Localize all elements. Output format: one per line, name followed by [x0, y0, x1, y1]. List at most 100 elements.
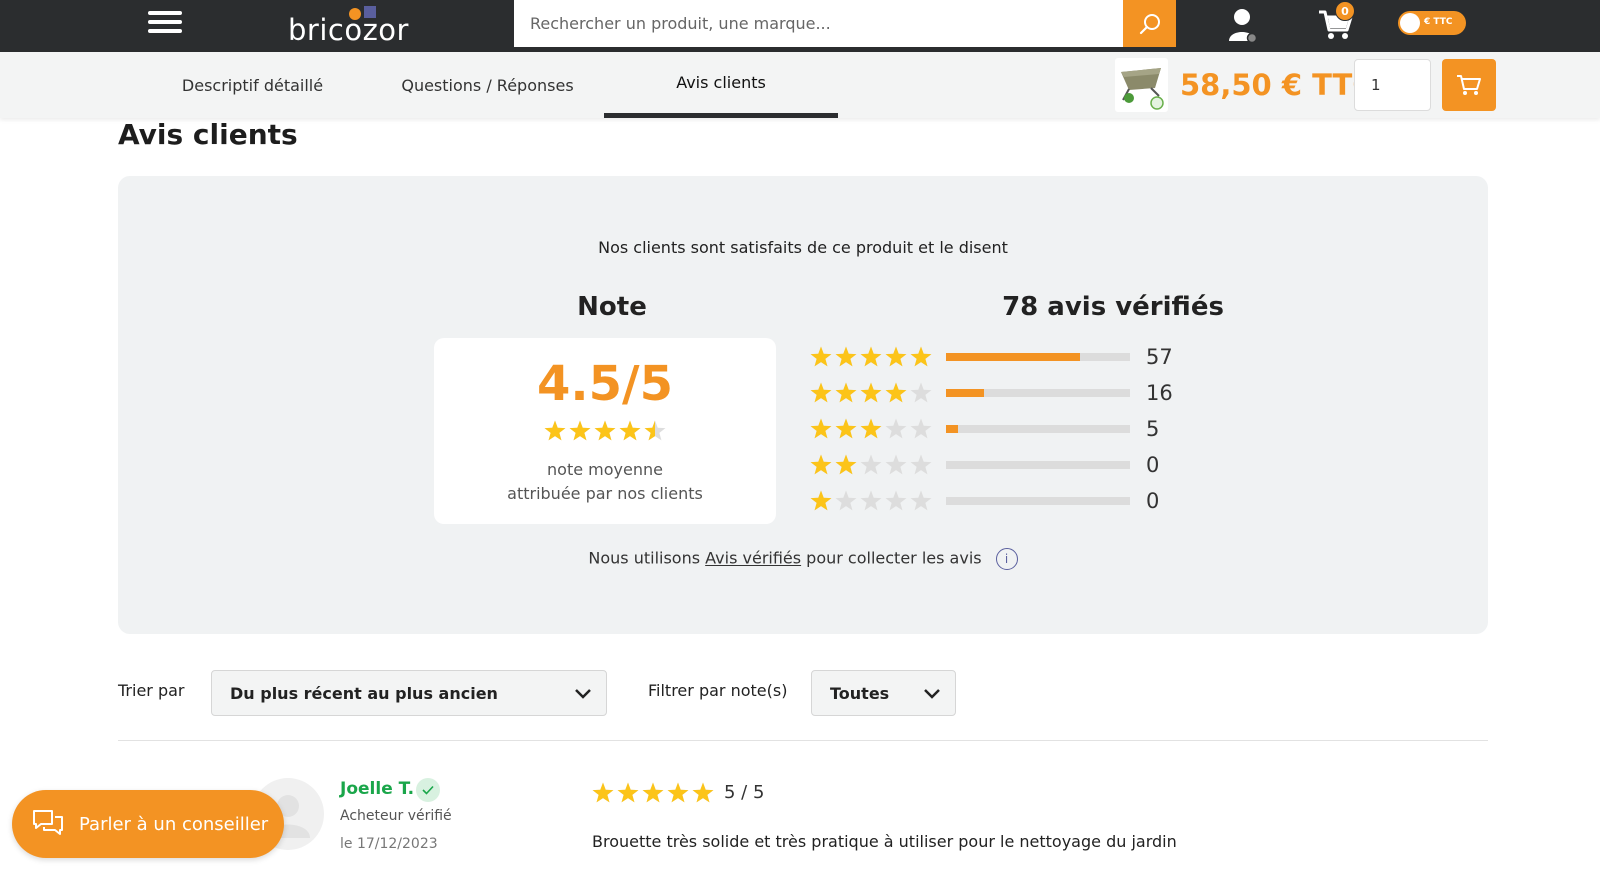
- distribution-count: 0: [1146, 453, 1160, 477]
- star-filled: [592, 782, 614, 803]
- star-empty: [835, 490, 857, 511]
- collection-notice: Nous utilisons Avis vérifiés pour collec…: [118, 548, 1488, 570]
- distribution-count: 0: [1146, 489, 1160, 513]
- tab-descriptif[interactable]: Descriptif détaillé: [170, 52, 335, 118]
- chevron-down-icon: [575, 689, 591, 699]
- add-to-cart-button[interactable]: [1442, 59, 1496, 111]
- chat-advisor-button[interactable]: Parler à un conseiller: [12, 790, 284, 858]
- account-button[interactable]: [1225, 7, 1261, 44]
- star-empty: [860, 490, 882, 511]
- star-empty: [910, 490, 932, 511]
- distribution-bar-fill: [946, 425, 958, 433]
- star-filled: [619, 420, 641, 441]
- price-mode-toggle[interactable]: € TTC: [1398, 11, 1466, 35]
- average-description-line1: note moyenne: [547, 460, 663, 479]
- star-filled: [810, 418, 832, 439]
- note-heading: Note: [577, 292, 647, 322]
- ratings-summary-panel: Nos clients sont satisfaits de ce produi…: [118, 176, 1488, 634]
- sort-select-value: Du plus récent au plus ancien: [230, 684, 498, 703]
- search-box: [514, 0, 1176, 47]
- search-icon: [1139, 13, 1160, 34]
- distribution-count: 57: [1146, 345, 1173, 369]
- distribution-row-2-stars: 0: [810, 450, 1190, 480]
- star-filled: [810, 454, 832, 475]
- chat-icon: [33, 810, 63, 835]
- info-icon[interactable]: i: [995, 548, 1018, 570]
- top-bar: bricozor 0 € TTC: [0, 0, 1600, 52]
- distribution-bar-track: [946, 353, 1130, 361]
- distribution-bar-track: [946, 497, 1130, 505]
- collect-prefix: Nous utilisons: [588, 548, 706, 568]
- search-button[interactable]: [1123, 0, 1176, 47]
- star-empty: [885, 418, 907, 439]
- sort-label: Trier par: [118, 681, 185, 700]
- review-rating-stars: [592, 782, 714, 803]
- distribution-bar-track: [946, 389, 1130, 397]
- star-filled: [692, 782, 714, 803]
- chevron-down-icon: [924, 689, 940, 699]
- logo-square: [364, 6, 376, 18]
- star-filled: [667, 782, 689, 803]
- satisfaction-intro: Nos clients sont satisfaits de ce produi…: [598, 238, 1008, 257]
- distribution-bar-fill: [946, 389, 984, 397]
- distribution-bar-track: [946, 425, 1130, 433]
- review-date: le 17/12/2023: [340, 836, 438, 852]
- star-filled: [594, 420, 616, 441]
- star-filled: [642, 782, 664, 803]
- sort-select[interactable]: Du plus récent au plus ancien: [211, 670, 607, 716]
- rating-filter-value: Toutes: [830, 684, 890, 703]
- quantity-input[interactable]: [1354, 59, 1431, 111]
- distribution-stars: [810, 490, 932, 511]
- star-filled: [569, 420, 591, 441]
- reviewer-status: Acheteur vérifié: [340, 808, 452, 824]
- tab-avis-clients[interactable]: Avis clients: [604, 52, 838, 118]
- rating-filter-select[interactable]: Toutes: [811, 670, 956, 716]
- filter-label: Filtrer par note(s): [648, 681, 788, 700]
- distribution-stars: [810, 454, 932, 475]
- distribution-row-4-stars: 16: [810, 378, 1190, 408]
- user-icon: [1229, 9, 1258, 44]
- star-filled: [860, 382, 882, 403]
- star-filled: [544, 420, 566, 441]
- tabs-bar: Descriptif détaillé Questions / Réponses…: [0, 52, 1600, 118]
- wheelbarrow-image: [1121, 68, 1164, 110]
- tab-questions[interactable]: Questions / Réponses: [390, 52, 585, 118]
- cart-icon: [1457, 75, 1481, 95]
- distribution-bar-track: [946, 461, 1130, 469]
- cart-count-badge: 0: [1335, 1, 1355, 21]
- star-filled: [835, 382, 857, 403]
- average-score: 4.5/5: [537, 356, 673, 412]
- star-filled: [835, 454, 857, 475]
- star-filled: [885, 346, 907, 367]
- search-input[interactable]: [514, 0, 1176, 47]
- review-text: Brouette très solide et très pratique à …: [592, 832, 1177, 851]
- product-price: 58,50 € TTC: [1180, 68, 1374, 102]
- star-filled: [810, 382, 832, 403]
- star-empty: [910, 382, 932, 403]
- star-filled: [860, 418, 882, 439]
- distribution-row-1-stars: 0: [810, 486, 1190, 516]
- reviewer-name: Joelle T.: [340, 779, 415, 799]
- review-score: 5 / 5: [724, 782, 765, 803]
- avis-verifies-link[interactable]: Avis vérifiés: [705, 549, 801, 568]
- distribution-stars: [810, 418, 932, 439]
- star-empty: [860, 454, 882, 475]
- star-filled: [810, 490, 832, 511]
- star-filled: [835, 418, 857, 439]
- collect-suffix: pour collecter les avis: [801, 548, 982, 568]
- star-filled: [910, 346, 932, 367]
- distribution-stars: [810, 346, 932, 367]
- star-empty: [910, 454, 932, 475]
- average-score-card: 4.5/5 note moyenne attribuée par nos cli…: [434, 338, 776, 524]
- distribution-bar-fill: [946, 353, 1081, 361]
- star-empty: [910, 418, 932, 439]
- distribution-count: 16: [1146, 381, 1173, 405]
- verified-check-icon: [416, 778, 440, 802]
- toggle-knob: [1400, 13, 1420, 33]
- star-filled: [860, 346, 882, 367]
- distribution-stars: [810, 382, 932, 403]
- star-filled: [810, 346, 832, 367]
- star-filled: [835, 346, 857, 367]
- menu-icon[interactable]: [148, 11, 182, 37]
- star-empty: [885, 490, 907, 511]
